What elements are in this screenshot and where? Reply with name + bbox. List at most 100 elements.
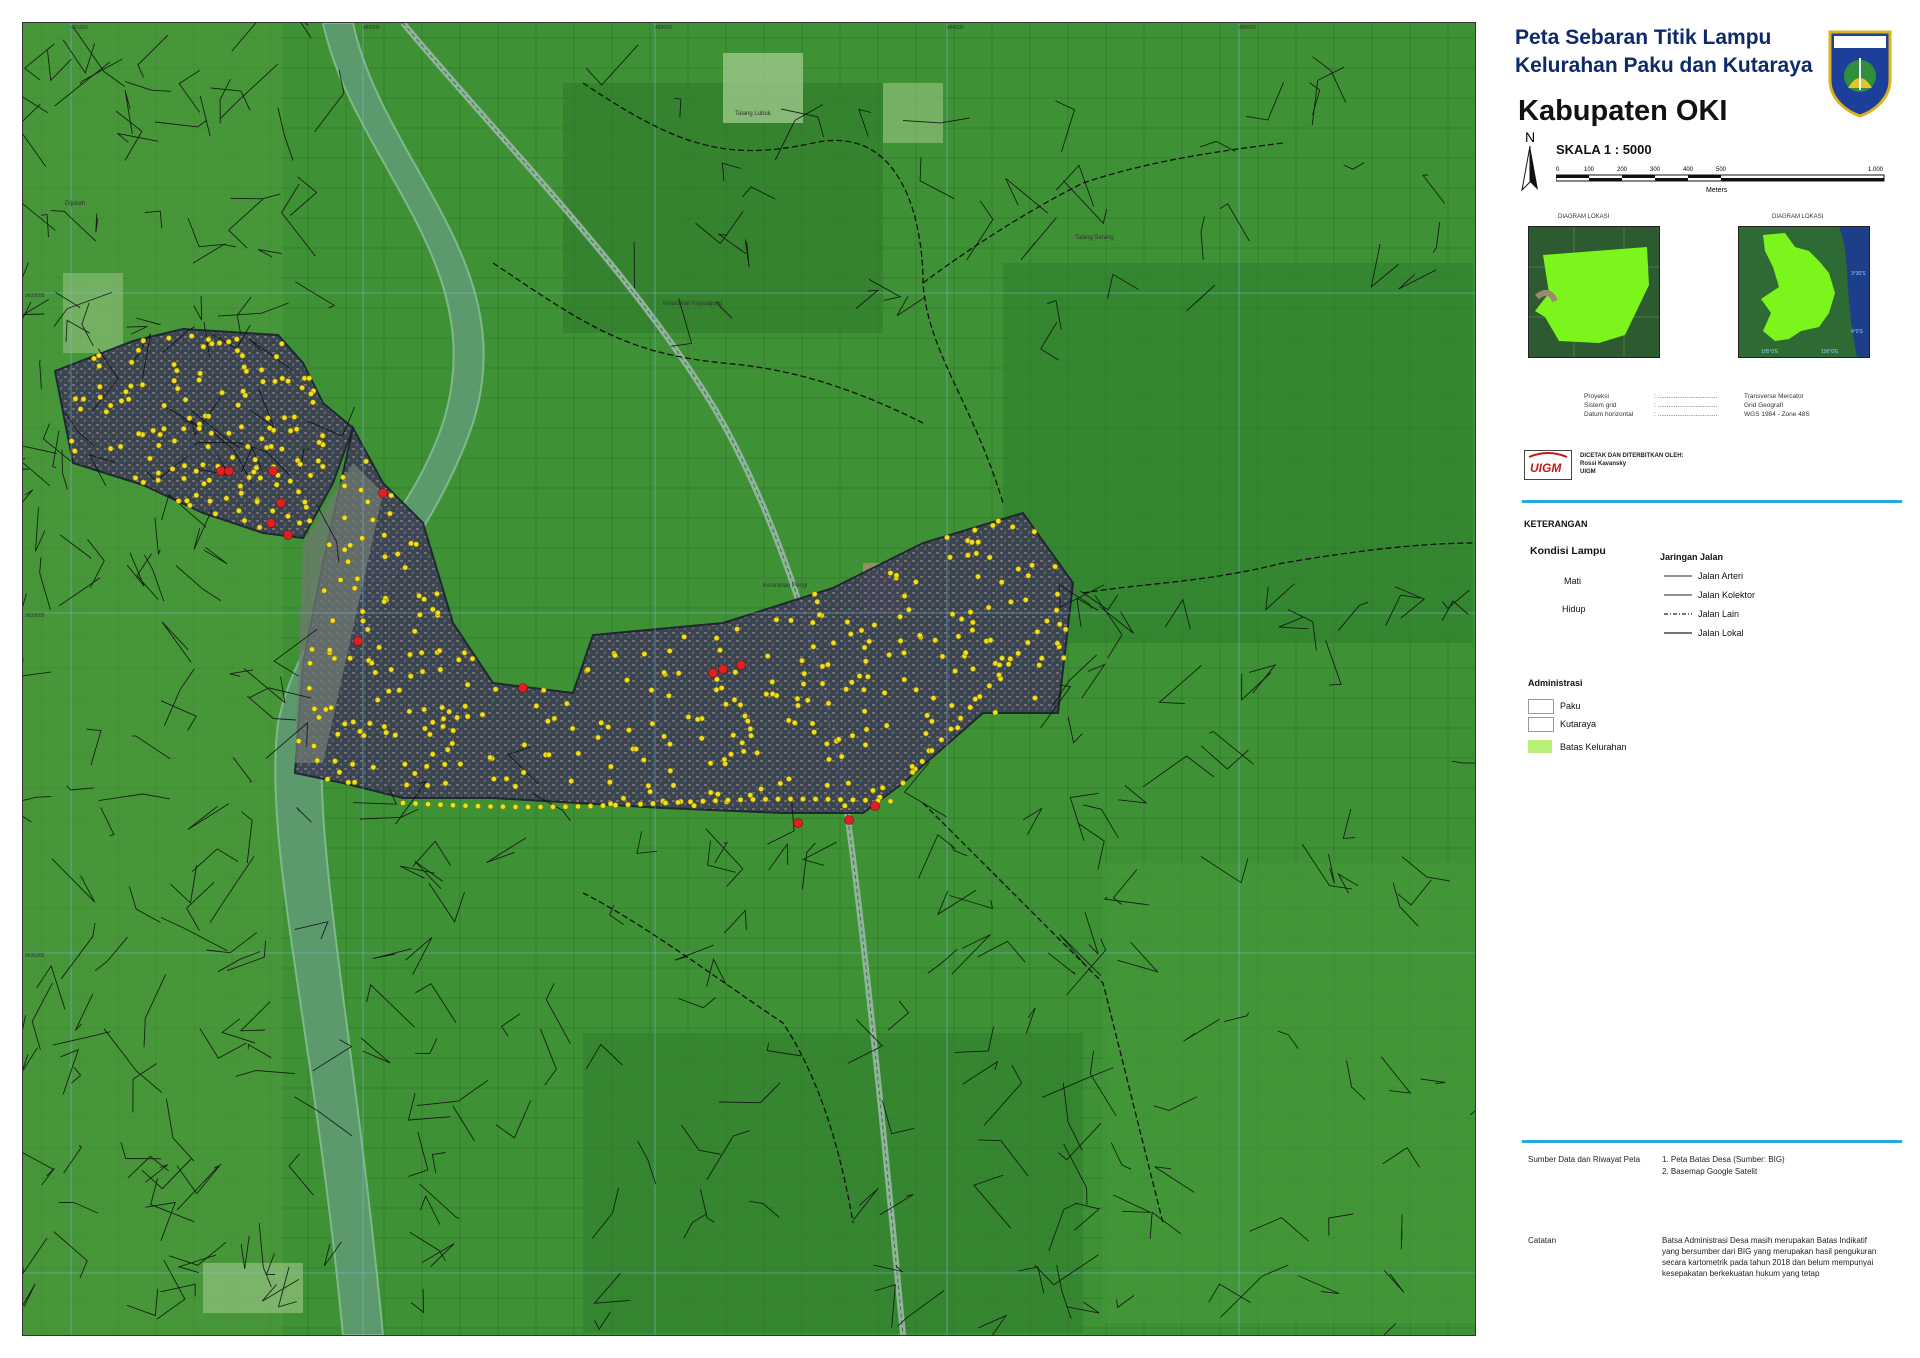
lamp-hidup (374, 697, 381, 703)
lamp-hidup (441, 761, 448, 768)
lamp-hidup (607, 779, 613, 786)
lamp-hidup (707, 789, 714, 796)
lamp-hidup (1038, 655, 1045, 662)
lamp-hidup (650, 800, 656, 807)
lamp-hidup (139, 381, 146, 388)
lamp-hidup (492, 686, 499, 693)
inset-lat-label: 3°30'S (1851, 271, 1866, 277)
lamp-hidup (440, 723, 446, 730)
lamp-hidup (969, 627, 976, 633)
lamp-hidup (1062, 626, 1069, 633)
map-title-line2: Kelurahan Paku dan Kutaraya (1515, 54, 1813, 77)
lamp-hidup (913, 686, 920, 693)
lamp-hidup (897, 638, 904, 644)
lamp-hidup (955, 633, 962, 640)
lamp-hidup (764, 653, 771, 659)
lamp-hidup (364, 626, 371, 633)
lamp-hidup (309, 646, 315, 653)
lamp-hidup (645, 782, 652, 789)
lamp-hidup (281, 414, 288, 421)
lamp-hidup (713, 635, 720, 641)
lamp-hidup (270, 427, 277, 434)
lamp-hidup (762, 796, 769, 803)
lamp-hidup (439, 704, 445, 711)
scale-bar: 0 100 200 300 400 500 1.000 Meters (1556, 167, 1885, 194)
tick-top-4: 484000 (947, 25, 964, 31)
lamp-hidup (301, 499, 308, 505)
lamp-hidup (687, 798, 694, 805)
lamp-hidup (871, 622, 878, 628)
lamp-hidup (208, 430, 215, 437)
lamp-hidup (273, 481, 280, 488)
lamp-hidup (637, 801, 644, 807)
lamp-hidup (256, 524, 263, 531)
lamp-hidup (233, 336, 240, 343)
legend-road-arteri: Jalan Arteri (1698, 571, 1744, 581)
lamp-hidup (845, 780, 852, 787)
lamp-hidup (183, 497, 190, 504)
lamp-hidup (225, 338, 232, 345)
lamp-hidup (870, 787, 876, 794)
lamp-hidup (698, 735, 705, 742)
lamp-hidup (1060, 655, 1067, 661)
lamp-hidup (811, 591, 818, 597)
lamp-mati (378, 488, 388, 498)
lamp-hidup (819, 680, 826, 687)
lamp-hidup (769, 679, 776, 685)
lamp-hidup (1054, 640, 1061, 647)
lamp-hidup (329, 617, 336, 624)
place-label: Dijokah (65, 201, 86, 207)
scale-tick: 200 (1617, 167, 1628, 173)
lamp-hidup (324, 776, 331, 783)
map-view[interactable]: 481000 482000 483000 484000 485000 96330… (22, 22, 1476, 1336)
lamp-hidup (296, 520, 303, 526)
lamp-hidup (986, 682, 993, 689)
lamp-hidup (455, 656, 462, 663)
lamp-hidup (826, 756, 832, 763)
lamp-hidup (893, 572, 900, 579)
lamp-hidup (196, 425, 203, 432)
scale-tick: 500 (1716, 167, 1727, 173)
inset-caption: DIAGRAM LOKASI (1558, 214, 1610, 220)
lamp-hidup (347, 655, 353, 662)
lamp-hidup (995, 518, 1002, 524)
lamp-hidup (800, 796, 806, 802)
lamp-hidup (161, 425, 167, 432)
proj-key: Datum horizontal (1584, 411, 1634, 418)
lamp-mati (283, 530, 293, 540)
lamp-hidup (212, 510, 219, 517)
lamp-hidup (551, 715, 558, 722)
lamp-hidup (998, 579, 1005, 586)
lamp-hidup (205, 413, 212, 420)
lamp-hidup (334, 731, 341, 738)
notes-line-4: kesepakatan berkekuatan hukum yang tetap (1662, 1269, 1820, 1278)
admin-title: Administrasi (1528, 678, 1583, 688)
lamp-hidup (285, 378, 291, 384)
lamp-hidup (1007, 655, 1014, 662)
lamp-hidup (336, 769, 343, 776)
lamp-hidup (887, 570, 894, 576)
lamp-hidup (103, 408, 110, 415)
lamp-hidup (661, 669, 667, 676)
lamp-hidup (600, 802, 606, 809)
lamp-hidup (546, 751, 552, 758)
lamp-hidup (962, 649, 969, 656)
lamp-hidup (307, 660, 313, 667)
lamp-hidup (140, 479, 147, 486)
lamp-hidup (181, 475, 187, 482)
lamp-hidup (744, 718, 751, 724)
tick-left-2: 9632000 (25, 613, 45, 619)
lamp-hidup (575, 750, 582, 757)
lamp-hidup (197, 370, 204, 377)
lamp-hidup (407, 651, 413, 658)
lamp-hidup (241, 364, 248, 370)
lamp-hidup (487, 803, 494, 810)
lamp-hidup (1029, 562, 1035, 569)
lamp-hidup (999, 655, 1005, 661)
lamp-hidup (568, 778, 575, 784)
lamp-hidup (862, 742, 869, 748)
lamp-hidup (440, 715, 447, 722)
lamp-hidup (295, 738, 302, 744)
lamp-hidup (442, 780, 449, 787)
lamp-hidup (171, 361, 177, 368)
